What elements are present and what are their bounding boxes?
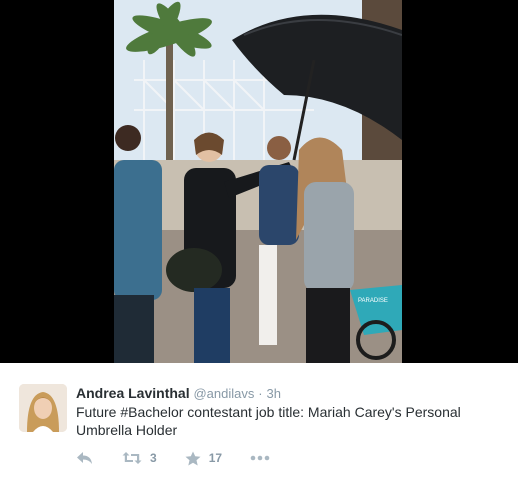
- tweet-text: Future #Bachelor contestant job title: M…: [76, 404, 461, 438]
- photo-illustration: PARADISE: [114, 0, 402, 363]
- tweet-actions: 3 17: [76, 449, 298, 467]
- timestamp[interactable]: 3h: [267, 386, 281, 401]
- more-icon: [250, 455, 270, 461]
- favorite-count: 17: [208, 451, 223, 465]
- retweet-icon: [122, 452, 142, 464]
- favorite-button[interactable]: 17: [185, 451, 222, 466]
- author-name[interactable]: Andrea Lavinthal: [76, 385, 190, 401]
- more-button[interactable]: [250, 455, 270, 461]
- avatar-image: [19, 384, 67, 432]
- retweet-button[interactable]: 3: [122, 451, 157, 465]
- tweet-photo[interactable]: PARADISE: [114, 0, 402, 363]
- reply-button[interactable]: [76, 451, 94, 465]
- tweet-media[interactable]: PARADISE: [0, 0, 518, 363]
- reply-icon: [77, 452, 92, 464]
- author-handle[interactable]: @andilavs: [193, 386, 254, 401]
- bike-sign: PARADISE: [358, 298, 388, 304]
- avatar[interactable]: [19, 384, 67, 432]
- separator: ·: [258, 386, 263, 401]
- star-icon: [185, 451, 201, 465]
- retweet-count: 3: [150, 451, 157, 465]
- tweet-card: Andrea Lavinthal @andilavs · 3h Future #…: [0, 363, 518, 484]
- tweet-header: Andrea Lavinthal @andilavs · 3h: [76, 384, 281, 403]
